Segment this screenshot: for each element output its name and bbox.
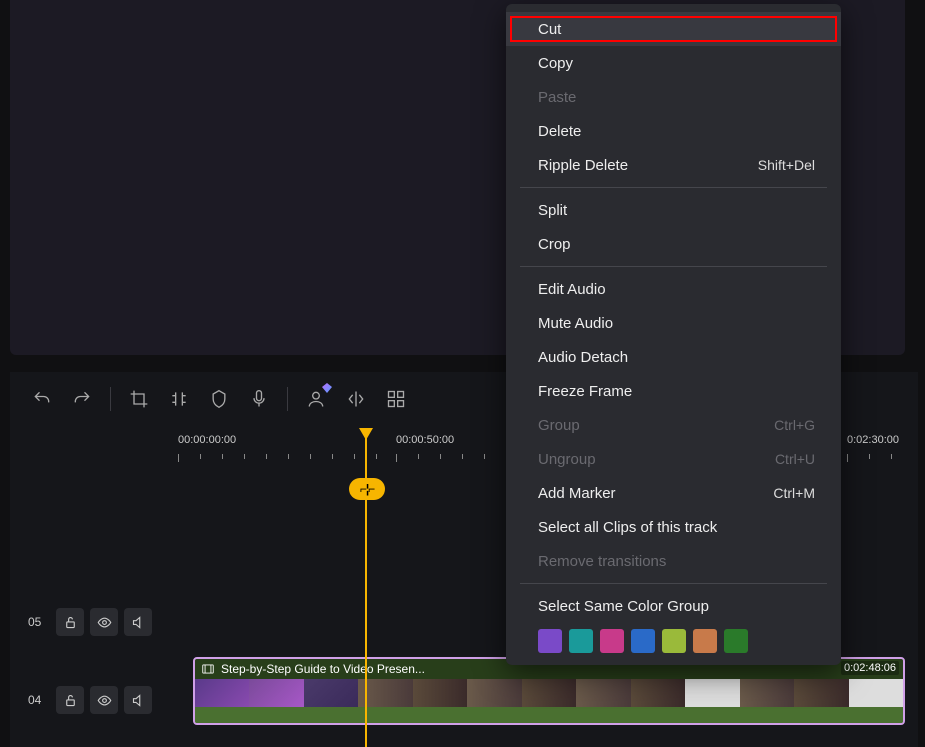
menu-crop[interactable]: Crop <box>506 227 841 261</box>
menu-select-all-clips[interactable]: Select all Clips of this track <box>506 510 841 544</box>
menu-group: GroupCtrl+G <box>506 408 841 442</box>
menu-delete[interactable]: Delete <box>506 114 841 148</box>
track-lock-button[interactable] <box>56 608 84 636</box>
crop-button[interactable] <box>121 381 157 417</box>
clip-thumbnails <box>195 679 903 709</box>
menu-separator <box>520 583 827 584</box>
menu-copy[interactable]: Copy <box>506 46 841 80</box>
context-menu: Cut Copy Paste Delete Ripple DeleteShift… <box>506 4 841 665</box>
clip-duration: 0:02:48:06 <box>841 661 899 675</box>
marker-button[interactable] <box>201 381 237 417</box>
split-button[interactable] <box>161 381 197 417</box>
menu-remove-transitions: Remove transitions <box>506 544 841 578</box>
redo-button[interactable] <box>64 381 100 417</box>
track-visibility-button[interactable] <box>90 608 118 636</box>
mirror-button[interactable] <box>338 381 374 417</box>
menu-split[interactable]: Split <box>506 193 841 227</box>
menu-cut[interactable]: Cut <box>506 12 841 46</box>
track-mute-button[interactable] <box>124 686 152 714</box>
clip-title: Step-by-Step Guide to Video Presen... <box>221 662 425 676</box>
color-swatch-purple[interactable] <box>538 629 562 653</box>
menu-freeze-frame[interactable]: Freeze Frame <box>506 374 841 408</box>
toolbar-separator <box>287 387 288 411</box>
track-lock-button[interactable] <box>56 686 84 714</box>
color-swatch-green[interactable] <box>724 629 748 653</box>
menu-paste: Paste <box>506 80 841 114</box>
menu-separator <box>520 187 827 188</box>
grid-button[interactable] <box>378 381 414 417</box>
menu-mute-audio[interactable]: Mute Audio <box>506 306 841 340</box>
track-visibility-button[interactable] <box>90 686 118 714</box>
menu-select-color-group[interactable]: Select Same Color Group <box>506 589 841 623</box>
color-group-row <box>506 623 841 657</box>
ai-portrait-button[interactable] <box>298 381 334 417</box>
menu-audio-detach[interactable]: Audio Detach <box>506 340 841 374</box>
menu-separator <box>520 266 827 267</box>
track-header: 05 <box>10 602 180 642</box>
color-swatch-olive[interactable] <box>662 629 686 653</box>
ruler-tick-label: 0:02:30:00 <box>847 434 899 446</box>
track-header: 04 <box>10 680 180 720</box>
voiceover-button[interactable] <box>241 381 277 417</box>
toolbar-separator <box>110 387 111 411</box>
menu-add-marker[interactable]: Add MarkerCtrl+M <box>506 476 841 510</box>
split-indicator[interactable]: ⌐¦⌐ <box>349 478 385 500</box>
video-clip[interactable]: Step-by-Step Guide to Video Presen... 0:… <box>193 657 905 725</box>
ruler-tick-label: 00:00:00:00 <box>178 434 236 446</box>
clip-audio-waveform <box>195 707 903 723</box>
menu-ripple-delete[interactable]: Ripple DeleteShift+Del <box>506 148 841 182</box>
color-swatch-teal[interactable] <box>569 629 593 653</box>
menu-ungroup: UngroupCtrl+U <box>506 442 841 476</box>
playhead[interactable] <box>365 428 367 747</box>
track-number: 04 <box>28 693 50 707</box>
clip-type-icon <box>201 662 215 676</box>
color-swatch-blue[interactable] <box>631 629 655 653</box>
track-number: 05 <box>28 615 50 629</box>
ruler-tick-label: 00:00:50:00 <box>396 434 454 446</box>
color-swatch-orange[interactable] <box>693 629 717 653</box>
undo-button[interactable] <box>24 381 60 417</box>
color-swatch-magenta[interactable] <box>600 629 624 653</box>
track-mute-button[interactable] <box>124 608 152 636</box>
menu-edit-audio[interactable]: Edit Audio <box>506 272 841 306</box>
